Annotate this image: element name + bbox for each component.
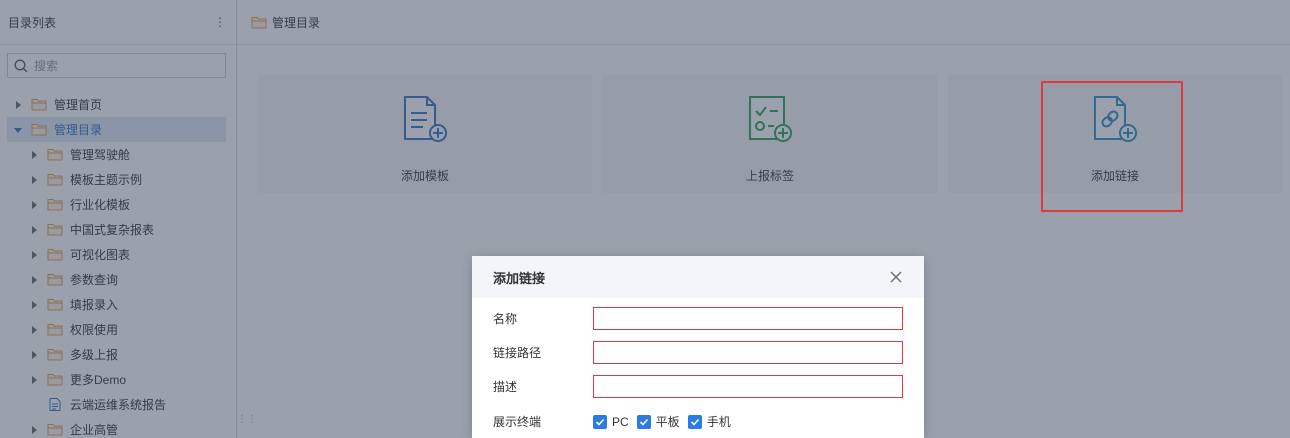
name-label: 名称 [493, 312, 518, 326]
description-label: 描述 [493, 380, 518, 394]
link-path-input[interactable] [593, 341, 903, 364]
dialog-title: 添加链接 [493, 270, 546, 286]
terminal-mobile-checkbox[interactable]: 手机 [687, 413, 731, 430]
terminal-label: 展示终端 [493, 415, 542, 429]
terminal-mobile-label: 手机 [706, 415, 731, 429]
terminal-pc-label: PC [612, 414, 629, 429]
resize-handle-icon[interactable]: ⋮⋮ [237, 414, 257, 425]
terminal-tablet-checkbox[interactable]: 平板 [636, 413, 680, 430]
name-input[interactable] [593, 307, 903, 330]
link-path-label: 链接路径 [493, 346, 542, 360]
dialog-header: 添加链接 [472, 256, 924, 298]
description-input[interactable] [593, 375, 903, 398]
add-link-dialog: 添加链接 名称 链接路径 描述 展示终端 PC 平板 手机 [472, 256, 924, 438]
description-row: 描述 [493, 375, 903, 398]
checkmark-icon [636, 414, 651, 429]
close-icon[interactable] [890, 271, 902, 283]
link-path-row: 链接路径 [493, 341, 903, 364]
name-row: 名称 [493, 307, 903, 330]
checkmark-icon [593, 414, 607, 429]
terminal-pc-checkbox[interactable]: PC [593, 414, 629, 429]
checkmark-icon [687, 414, 702, 429]
terminal-row: 展示终端 PC 平板 手机 [493, 413, 739, 430]
highlight-box [1041, 81, 1183, 212]
terminal-tablet-label: 平板 [655, 415, 680, 429]
